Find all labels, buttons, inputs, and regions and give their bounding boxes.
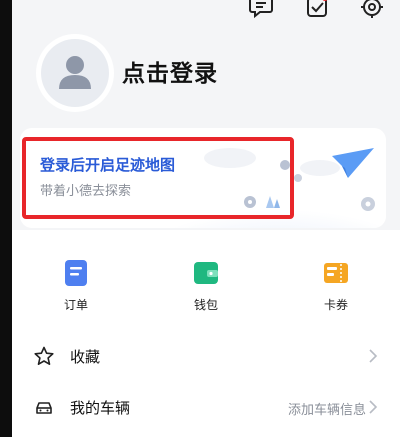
avatar-placeholder-icon [41, 39, 109, 107]
chevron-right-icon [368, 400, 378, 414]
chevron-right-icon [368, 349, 378, 363]
coupon-icon [324, 263, 348, 283]
menu-row-my-vehicles[interactable]: 我的车辆 添加车辆信息 [12, 387, 400, 427]
login-prompt[interactable]: 点击登录 [122, 54, 218, 88]
orders-label: 订单 [63, 298, 88, 312]
checkin-icon[interactable] [304, 0, 330, 20]
orders-action[interactable]: 订单 [36, 258, 116, 313]
wallet-action[interactable]: 钱包 [166, 258, 246, 313]
screen-edge [0, 0, 12, 437]
banner-highlight-frame [22, 137, 294, 219]
coupons-action[interactable]: 卡券 [296, 258, 376, 313]
star-icon [34, 346, 54, 366]
settings-icon[interactable] [359, 0, 385, 20]
banner-subtitle: 带着小德去探索 [40, 184, 132, 199]
menu-label-my-vehicles: 我的车辆 [70, 399, 131, 417]
message-icon[interactable] [248, 0, 274, 20]
orders-icon [65, 260, 87, 286]
wallet-icon [194, 262, 218, 284]
wallet-label: 钱包 [193, 298, 218, 312]
banner-title: 登录后开启足迹地图 [40, 156, 176, 174]
avatar[interactable] [36, 34, 114, 112]
add-vehicle-info-link[interactable]: 添加车辆信息 [288, 399, 366, 418]
coupons-label: 卡券 [323, 298, 348, 312]
menu-label-favorites: 收藏 [70, 348, 101, 366]
car-icon [34, 397, 54, 417]
menu-row-favorites[interactable]: 收藏 [12, 336, 400, 376]
profile-page: 点击登录 登录后开启足迹地图 带着小德去探索 订单 钱包 卡券 收藏 我的车辆 … [12, 0, 400, 437]
